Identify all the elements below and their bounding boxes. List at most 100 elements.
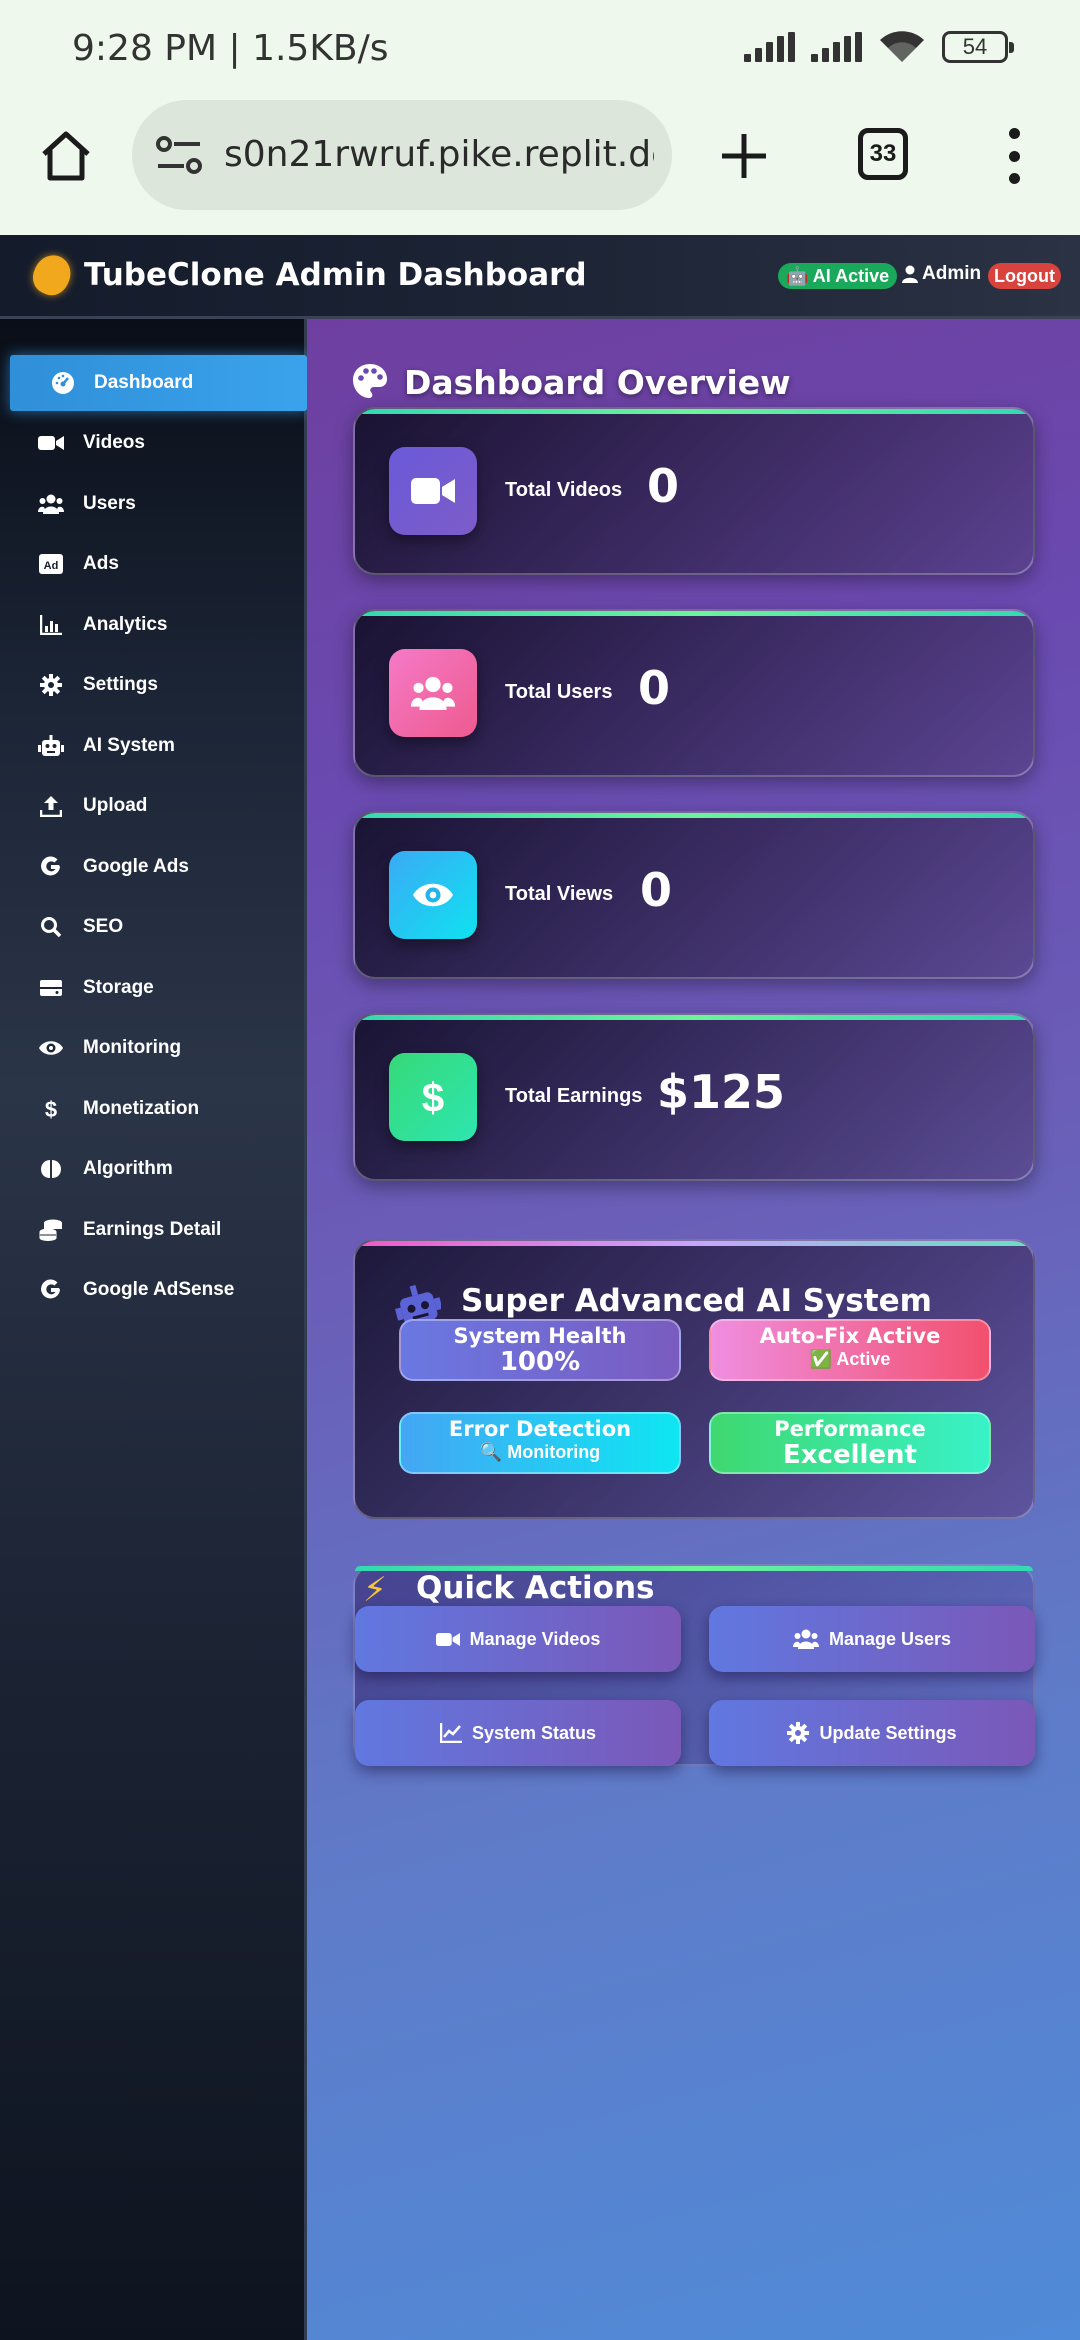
logout-button[interactable]: Logout <box>988 263 1061 289</box>
sidebar-item-monetization[interactable]: $ Monetization <box>0 1081 307 1137</box>
ai-active-badge: 🤖 AI Active <box>778 263 898 289</box>
tile-title: Error Detection <box>448 1417 632 1441</box>
site-settings-icon[interactable] <box>154 132 204 178</box>
admin-label: Admin <box>922 263 982 284</box>
lightning-icon: ⚡ <box>363 1571 387 1609</box>
system-health-tile: System Health 100% <box>399 1319 681 1381</box>
url-text[interactable]: s0n21rwruf.pike.replit.dev <box>224 134 654 175</box>
error-detection-tile: Error Detection 🔍 Monitoring <box>399 1412 681 1474</box>
admin-user[interactable]: Admin <box>902 263 981 285</box>
main-content: Dashboard Overview Total Videos 0 Total … <box>307 319 1080 2340</box>
sidebar-item-label: Google Ads <box>83 856 189 877</box>
video-camera-icon <box>38 430 64 456</box>
app-title: TubeClone Admin Dashboard <box>84 257 587 293</box>
tile-title: System Health <box>453 1324 627 1348</box>
coins-icon <box>38 1217 64 1243</box>
stat-card-users: Total Users 0 <box>353 609 1035 777</box>
status-icons: 54 <box>744 30 1014 64</box>
system-status-button[interactable]: System Status <box>355 1700 681 1766</box>
status-bar: 9:28 PM | 1.5KB/s 54 <box>0 0 1080 100</box>
google-icon <box>38 854 64 880</box>
sidebar-item-label: Algorithm <box>83 1158 173 1179</box>
tile-title: Performance <box>774 1417 926 1441</box>
button-label: Update Settings <box>819 1722 957 1743</box>
sidebar-item-label: Settings <box>83 674 158 695</box>
signal-icon <box>744 32 795 62</box>
stat-value: 0 <box>647 459 680 513</box>
sidebar-item-storage[interactable]: Storage <box>0 960 307 1016</box>
sidebar-item-upload[interactable]: Upload <box>0 778 307 834</box>
sidebar-item-dashboard[interactable]: Dashboard <box>10 355 307 411</box>
browser-toolbar: s0n21rwruf.pike.replit.dev 33 <box>0 100 1080 235</box>
home-icon[interactable] <box>38 128 94 184</box>
stat-card-videos: Total Videos 0 <box>353 407 1035 575</box>
manage-users-button[interactable]: Manage Users <box>709 1606 1035 1672</box>
address-bar[interactable]: s0n21rwruf.pike.replit.dev <box>132 100 672 210</box>
line-chart-icon <box>439 1723 462 1743</box>
button-label: Manage Videos <box>469 1628 601 1649</box>
manage-videos-button[interactable]: Manage Videos <box>355 1606 681 1672</box>
stat-label: Total Views <box>505 883 614 905</box>
sidebar-item-algorithm[interactable]: Algorithm <box>0 1141 307 1197</box>
signal-icon-2 <box>811 32 862 62</box>
button-label: System Status <box>471 1722 597 1743</box>
video-camera-icon <box>435 1632 460 1646</box>
users-icon <box>38 491 64 517</box>
sidebar-item-label: Analytics <box>83 614 168 635</box>
sidebar-item-label: Storage <box>83 977 154 998</box>
tile-value: ✅ Active <box>809 1349 891 1369</box>
dashboard-gauge-icon <box>50 370 76 396</box>
sidebar-item-label: Dashboard <box>94 372 194 393</box>
gear-icon <box>787 1722 810 1744</box>
eye-icon <box>389 851 477 939</box>
new-tab-icon[interactable] <box>716 128 772 184</box>
sidebar-item-users[interactable]: Users <box>0 476 307 532</box>
sidebar-item-label: Monetization <box>83 1098 200 1119</box>
sidebar-item-label: SEO <box>83 916 124 937</box>
logo-icon <box>27 249 77 301</box>
stat-card-earnings: $ Total Earnings $125 <box>353 1013 1035 1181</box>
video-camera-icon <box>389 447 477 535</box>
tile-value: Excellent <box>783 1440 917 1470</box>
tile-value: 🔍 Monitoring <box>479 1442 601 1462</box>
wifi-icon <box>880 31 924 62</box>
sidebar-item-videos[interactable]: Videos <box>0 415 307 471</box>
bar-chart-icon <box>38 612 64 638</box>
sidebar-item-google-adsense[interactable]: Google AdSense <box>0 1262 307 1318</box>
sidebar-item-ai-system[interactable]: AI System <box>0 718 307 774</box>
sidebar-item-analytics[interactable]: Analytics <box>0 597 307 653</box>
sidebar-item-monitoring[interactable]: Monitoring <box>0 1020 307 1076</box>
stat-value: $125 <box>657 1065 786 1119</box>
stat-value: 0 <box>640 863 673 917</box>
sidebar-item-label: Videos <box>83 432 145 453</box>
sidebar-item-google-ads[interactable]: Google Ads <box>0 839 307 895</box>
performance-tile: Performance Excellent <box>709 1412 991 1474</box>
sidebar-item-earnings-detail[interactable]: Earnings Detail <box>0 1202 307 1258</box>
tile-value: 100% <box>499 1347 581 1377</box>
more-menu-icon[interactable] <box>1004 128 1024 184</box>
sidebar-item-ads[interactable]: Ad Ads <box>0 536 307 592</box>
gear-icon <box>38 672 64 698</box>
stat-card-views: Total Views 0 <box>353 811 1035 979</box>
eye-icon <box>38 1035 64 1061</box>
hdd-icon <box>38 975 64 1001</box>
ad-icon: Ad <box>38 551 64 577</box>
battery-icon: 54 <box>942 31 1014 63</box>
svg-text:$: $ <box>422 1075 444 1119</box>
sidebar-item-label: Users <box>83 493 136 514</box>
brain-icon <box>38 1156 64 1182</box>
update-settings-button[interactable]: Update Settings <box>709 1700 1035 1766</box>
sidebar-item-settings[interactable]: Settings <box>0 657 307 713</box>
robot-icon <box>38 733 64 759</box>
quick-actions-panel: ⚡ Quick Actions Manage Videos Manage Use… <box>353 1564 1035 1766</box>
tab-count-button[interactable]: 33 <box>858 128 908 180</box>
sidebar-item-label: Monitoring <box>83 1037 182 1058</box>
ai-system-title: Super Advanced AI System <box>461 1283 932 1319</box>
google-icon <box>38 1277 64 1303</box>
stat-label: Total Videos <box>505 479 623 501</box>
sidebar-item-label: Ads <box>83 553 119 574</box>
sidebar-item-label: Upload <box>83 795 148 816</box>
sidebar: Dashboard Videos Users Ad Ads Analytics … <box>0 319 307 2340</box>
status-time: 9:28 PM | 1.5KB/s <box>72 28 389 69</box>
sidebar-item-seo[interactable]: SEO <box>0 899 307 955</box>
